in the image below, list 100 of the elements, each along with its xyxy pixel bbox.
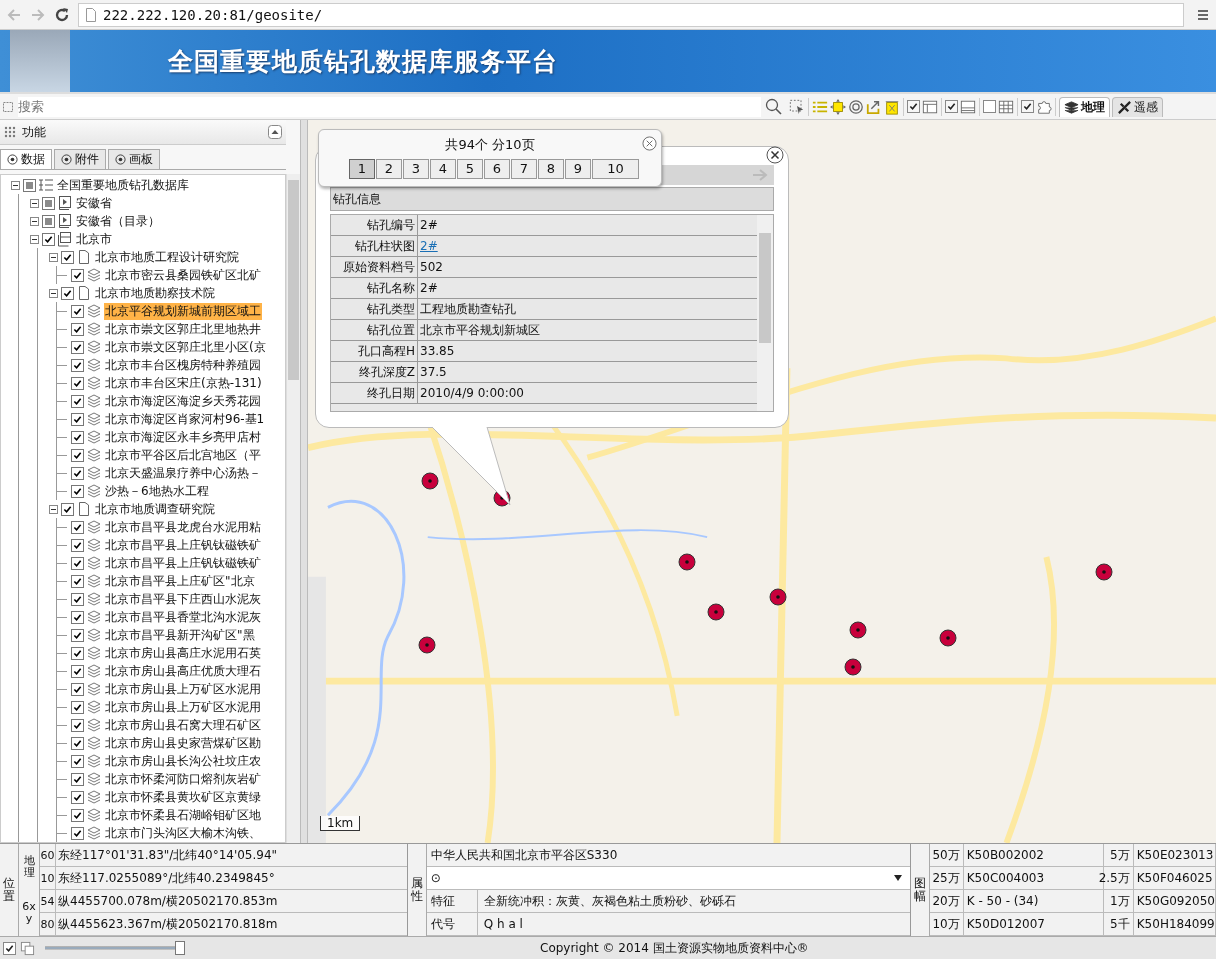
page-button[interactable]: 5 (457, 159, 483, 179)
page-button[interactable]: 10 (592, 159, 639, 179)
tree-item[interactable]: 北京市门头沟区大榆木沟铁、 (104, 824, 262, 842)
checkbox[interactable] (71, 358, 84, 372)
tree-item[interactable]: 安徽省 (75, 194, 113, 212)
scrollbar[interactable] (286, 174, 300, 843)
checkbox[interactable] (71, 268, 84, 282)
tree-item[interactable]: 全国重要地质钻孔数据库 (56, 176, 190, 194)
checkbox[interactable] (61, 502, 74, 516)
checkbox[interactable] (71, 376, 84, 390)
tree-item[interactable]: 北京市昌平县下庄西山水泥灰 (104, 590, 262, 608)
tree-item[interactable]: 北京天盛温泉疗养中心汤热－ (104, 464, 262, 482)
checkbox[interactable] (71, 538, 84, 552)
panel-tab[interactable]: 画板 (108, 149, 160, 169)
checkbox[interactable] (71, 304, 84, 318)
checkbox[interactable] (71, 700, 84, 714)
puzzle-icon[interactable] (1036, 98, 1052, 115)
map-tab[interactable]: 遥感 (1112, 96, 1163, 117)
page-button[interactable]: 6 (484, 159, 510, 179)
collapse-toggle[interactable] (49, 504, 58, 514)
checkbox[interactable] (71, 682, 84, 696)
tree-item[interactable]: 北京市昌平县新开沟矿区"黑 (104, 626, 256, 644)
tree-item[interactable]: 北京市昌平县香堂北沟水泥灰 (104, 608, 262, 626)
page-button[interactable]: 4 (430, 159, 456, 179)
borehole-marker[interactable] (707, 603, 725, 621)
borehole-marker[interactable] (769, 588, 787, 606)
borehole-marker[interactable] (1095, 563, 1113, 581)
checkbox[interactable] (71, 556, 84, 570)
panel-layout-icon[interactable] (922, 98, 938, 115)
tree-item[interactable]: 北京市密云县桑园铁矿区北矿 (104, 266, 262, 284)
collapse-toggle[interactable] (30, 198, 39, 208)
tree-item[interactable]: 北京市房山县石窝大理石矿区 (104, 716, 262, 734)
tree-item[interactable]: 北京市地质勘察技术院 (94, 284, 216, 302)
trash-icon[interactable] (884, 98, 900, 115)
chart-link[interactable]: 2# (420, 239, 438, 253)
tree-item[interactable]: 北京市平谷区后北宫地区（平 (104, 446, 262, 464)
tree-item[interactable]: 北京市昌平县上庄钒钛磁铁矿 (104, 536, 262, 554)
tree-item[interactable]: 北京市海淀区海淀乡天秀花园 (104, 392, 262, 410)
page-button[interactable]: 7 (511, 159, 537, 179)
checkbox[interactable] (71, 646, 84, 660)
layer-checkbox[interactable] (945, 100, 958, 113)
tree-item[interactable]: 北京市丰台区宋庄(京热-131) (104, 374, 263, 392)
collapse-toggle[interactable] (30, 234, 39, 244)
export-icon[interactable] (866, 98, 882, 115)
borehole-marker[interactable] (418, 636, 436, 654)
checkbox[interactable] (71, 520, 84, 534)
layer-checkbox[interactable] (907, 100, 920, 113)
reload-icon[interactable] (54, 6, 70, 23)
checkbox[interactable] (71, 610, 84, 624)
collapse-toggle[interactable] (30, 216, 39, 226)
tree-item[interactable]: 北京市海淀区永丰乡亮甲店村 (104, 428, 262, 446)
checkbox[interactable] (71, 448, 84, 462)
checkbox[interactable] (61, 250, 74, 264)
address-bar[interactable]: 222.222.120.20:81/geosite/ (78, 2, 1184, 27)
tree-item[interactable]: 北京市 (75, 230, 113, 248)
tree-item[interactable]: 沙热－6地热水工程 (104, 482, 210, 500)
tree-item[interactable]: 北京市房山县上万矿区水泥用 (104, 680, 262, 698)
tree-item[interactable]: 北京市丰台区槐房特种养殖园 (104, 356, 262, 374)
panel-tab[interactable]: 数据 (0, 149, 52, 169)
select-icon[interactable] (789, 98, 805, 115)
search-icon[interactable] (765, 97, 783, 116)
tree-item[interactable]: 北京市怀柔县石湖峪钼矿区地 (104, 806, 262, 824)
checkbox[interactable] (71, 430, 84, 444)
page-button[interactable]: 9 (565, 159, 591, 179)
grid-icon[interactable] (998, 98, 1014, 115)
tree-item[interactable]: 北京市崇文区郭庄北里地热井 (104, 320, 262, 338)
checkbox[interactable] (71, 412, 84, 426)
scrollbar[interactable] (757, 215, 773, 411)
collapse-toggle[interactable] (49, 288, 58, 298)
checkbox[interactable] (71, 628, 84, 642)
borehole-marker[interactable] (849, 621, 867, 639)
checkbox[interactable] (71, 736, 84, 750)
rotate-icon[interactable] (848, 98, 864, 115)
checkbox[interactable] (71, 718, 84, 732)
tree-item[interactable]: 北京市房山县上万矿区水泥用 (104, 698, 262, 716)
tree-item[interactable]: 北京市崇文区郭庄北里小区(京 (104, 338, 267, 356)
page-button[interactable]: 8 (538, 159, 564, 179)
map-tab[interactable]: 地理 (1059, 96, 1110, 117)
borehole-marker[interactable] (678, 553, 696, 571)
checkbox[interactable] (61, 286, 74, 300)
borehole-marker[interactable] (844, 658, 862, 676)
menu-icon[interactable] (1196, 7, 1210, 22)
page-button[interactable]: 1 (349, 159, 375, 179)
checkbox[interactable] (3, 941, 16, 955)
checkbox[interactable] (42, 232, 55, 246)
footer-layout-icon[interactable] (960, 98, 976, 115)
checkbox[interactable] (71, 322, 84, 336)
tree-item[interactable]: 北京市怀柔县黄坎矿区京黄绿 (104, 788, 262, 806)
tree-item[interactable]: 北京市房山县高庄水泥用石英 (104, 644, 262, 662)
search-field[interactable]: 搜索 (18, 96, 761, 117)
panel-tab[interactable]: 附件 (54, 149, 106, 169)
checkbox[interactable] (71, 466, 84, 480)
checkbox[interactable] (71, 664, 84, 678)
checkbox[interactable] (71, 340, 84, 354)
tree-item[interactable]: 北京市地质调查研究院 (94, 500, 216, 518)
collapse-toggle[interactable] (11, 180, 20, 190)
borehole-marker[interactable] (939, 629, 957, 647)
slider-thumb[interactable] (175, 941, 185, 955)
tree-item[interactable]: 安徽省（目录） (75, 212, 161, 230)
tree-item[interactable]: 北京市房山县长沟公社坟庄农 (104, 752, 262, 770)
